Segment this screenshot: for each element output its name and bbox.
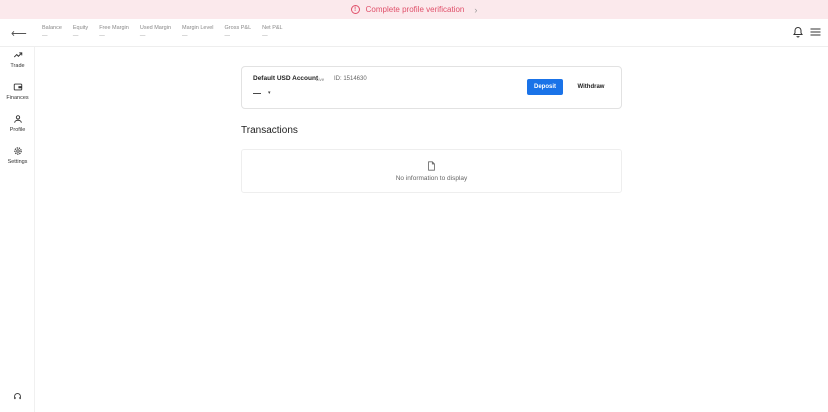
sidebar-item-label: Profile [9, 127, 26, 133]
stat-label: Margin Level [182, 25, 214, 31]
headset-icon[interactable] [13, 392, 22, 401]
person-icon [13, 115, 22, 123]
stat-value: — [99, 33, 105, 39]
stat-label: Gross P&L [224, 25, 252, 31]
stat-label: Equity [72, 25, 89, 31]
main-content: Default USD Account Live ID: 1514630 — ▾… [35, 47, 828, 412]
stat-used-margin: Used Margin — [140, 25, 171, 39]
account-name: Default USD Account [253, 75, 319, 82]
gear-icon [13, 147, 22, 155]
stat-value: — [262, 33, 268, 39]
account-stats: Balance — Equity — Free Margin — Used Ma… [42, 25, 283, 39]
stat-label: Free Margin [99, 25, 129, 31]
stat-label: Balance [42, 25, 62, 31]
trend-up-icon [13, 52, 22, 58]
hamburger-menu-icon[interactable] [810, 27, 821, 37]
account-card: Default USD Account Live ID: 1514630 — ▾… [241, 66, 622, 109]
warning-icon: ! [350, 5, 360, 14]
document-icon [428, 160, 435, 171]
sidebar-item-finances[interactable]: Finances [0, 82, 35, 101]
stat-gross-pnl: Gross P&L — [225, 25, 252, 39]
transactions-empty-state: No information to display [241, 149, 622, 193]
verification-banner-text[interactable]: Complete profile verification [366, 5, 465, 14]
stat-value: — [42, 33, 48, 39]
sidebar-item-label: Finances [6, 95, 29, 101]
bell-icon[interactable] [792, 26, 804, 38]
stat-equity: Equity — [73, 25, 88, 39]
sidebar-item-label: Settings [7, 159, 28, 165]
wallet-icon [13, 83, 22, 91]
account-type-badge: Live [316, 77, 325, 82]
stat-net-pnl: Net P&L — [262, 25, 282, 39]
stat-value: — [72, 33, 79, 39]
back-arrow-icon[interactable]: ⟵ [11, 27, 27, 40]
sidebar-item-settings[interactable]: Settings [0, 146, 35, 165]
verification-banner[interactable]: ! Complete profile verification › [0, 0, 828, 19]
sidebar: Trade Finances Profile Settings [0, 47, 35, 412]
stat-value: — [224, 33, 231, 39]
sidebar-item-trade[interactable]: Trade [0, 50, 35, 69]
transactions-title: Transactions [241, 125, 298, 136]
caret-down-icon[interactable]: ▾ [268, 90, 271, 96]
stat-label: Net P&L [262, 25, 283, 31]
account-balance: — [253, 89, 261, 98]
sidebar-item-label: Trade [10, 63, 25, 69]
account-id: ID: 1514630 [334, 76, 367, 82]
chevron-right-icon: › [474, 4, 478, 15]
stat-free-margin: Free Margin — [99, 25, 129, 39]
stat-margin-level: Margin Level — [182, 25, 214, 39]
stat-balance: Balance — [42, 25, 62, 39]
deposit-button[interactable]: Deposit [527, 79, 563, 95]
stat-value: — [182, 33, 188, 39]
stat-label: Used Margin [139, 25, 172, 31]
empty-state-text: No information to display [395, 174, 468, 182]
withdraw-button[interactable]: Withdraw [571, 79, 611, 95]
top-bar: ⟵ Balance — Equity — Free Margin — Used … [0, 19, 828, 47]
sidebar-item-profile[interactable]: Profile [0, 114, 35, 133]
stat-value: — [139, 33, 146, 39]
